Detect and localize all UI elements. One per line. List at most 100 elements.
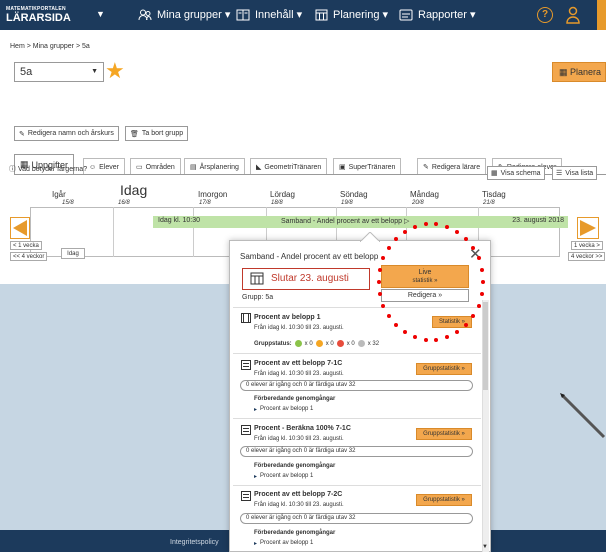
scrollbar-thumb[interactable]: [483, 302, 488, 390]
status-done-icon: [294, 340, 302, 347]
assignment-bar[interactable]: Idag kl. 10:30 Samband - Andel procent a…: [153, 216, 568, 228]
tab-label: Redigera lärare: [431, 163, 481, 171]
user-icon[interactable]: [565, 6, 581, 26]
prep-item[interactable]: ▸ Procent av belopp 1: [254, 540, 313, 547]
prep-item[interactable]: ▸ Procent av belopp 1: [254, 406, 313, 413]
item-title[interactable]: Procent av belopp 1: [254, 314, 321, 321]
nav-label: Innehåll ▾: [255, 9, 303, 21]
view-schedule-button[interactable]: ▦ Visa schema: [487, 166, 545, 180]
day-header-mandag: Måndag: [410, 190, 439, 199]
group-statistics-button[interactable]: Gruppstatistik »: [416, 428, 472, 440]
day-header-lordag: Lördag: [270, 190, 295, 199]
next-week-button[interactable]: 1 vecka >: [571, 241, 603, 250]
planera-label: Planera: [570, 67, 602, 77]
bar-title: Samband - Andel procent av ett belopp ▷: [281, 218, 410, 225]
privacy-link[interactable]: Integritetspolicy: [170, 539, 219, 546]
tab-label: Elever: [99, 163, 119, 171]
item-title[interactable]: Procent av ett belopp 7-1C: [254, 360, 342, 367]
logo-text: LÄRARSIDA: [6, 12, 71, 24]
chevron-down-icon[interactable]: ▼: [96, 9, 105, 19]
popup-title: Samband - Andel procent av ett belopp: [240, 252, 379, 261]
arrow-right-icon: [580, 220, 596, 236]
tab-elever[interactable]: ☺ Elever: [83, 158, 125, 175]
day-header-sondag: Söndag: [340, 190, 368, 199]
nav-planering[interactable]: Planering ▾: [315, 8, 388, 21]
help-icon[interactable]: ?: [537, 7, 553, 23]
day-date: 21/8: [483, 200, 495, 206]
tab-label: GeometriTränaren: [264, 163, 322, 171]
day-header-imorgon: Imorgon: [198, 190, 228, 199]
tab-arsplanering[interactable]: ▤ Årsplanering: [184, 158, 245, 175]
bar-end: 23. augusti 2018: [512, 217, 564, 224]
nav-label: Mina grupper ▾: [157, 9, 231, 21]
prep-item-label: Procent av belopp 1: [260, 406, 314, 412]
report-icon: [399, 9, 413, 20]
edit-button[interactable]: Redigera »: [381, 289, 469, 302]
favorite-star-icon[interactable]: ★: [105, 60, 125, 82]
item-subtitle: Från idag kl. 10:30 till 23. augusti.: [254, 502, 344, 508]
next-week-arrow[interactable]: [577, 217, 599, 239]
list-icon: ☰: [556, 170, 563, 177]
nav-innehall[interactable]: Innehåll ▾: [236, 8, 302, 21]
notification-badge[interactable]: [597, 0, 606, 30]
divider: [233, 485, 481, 486]
nav-mina-grupper[interactable]: Mina grupper ▾: [138, 8, 230, 21]
color-legend-link[interactable]: ⓘ Vad betyder färgerna?: [9, 164, 87, 174]
planning-icon: ▤: [190, 164, 197, 171]
group-label: Grupp: 5a: [242, 294, 274, 301]
view-list-label: Visa lista: [565, 169, 594, 177]
breadcrumb[interactable]: Hem > Mina grupper > 5a: [10, 43, 90, 50]
legend-label: Vad betyder färgerna?: [17, 166, 88, 173]
prep-heading: Förberedande genomgångar: [254, 530, 336, 536]
prev-4-weeks-button[interactable]: << 4 veckor: [10, 252, 48, 261]
delete-group-button[interactable]: 🗑 Ta bort grupp: [125, 126, 189, 141]
chevron-down-icon: ▼: [91, 68, 98, 75]
tab-supertranaren[interactable]: ▣ SuperTränaren: [333, 158, 402, 175]
status-count: x 0: [325, 340, 334, 347]
group-statistics-button[interactable]: Gruppstatistik »: [416, 494, 472, 506]
prep-item[interactable]: ▸ Procent av belopp 1: [254, 473, 313, 480]
nav-rapporter[interactable]: Rapporter ▾: [399, 8, 476, 21]
prev-week-button[interactable]: < 1 vecka: [10, 241, 42, 250]
live-sub-label: statistik »: [412, 278, 438, 284]
calendar-icon: [315, 9, 328, 20]
task-icon: [241, 425, 251, 437]
prev-week-arrow[interactable]: [10, 217, 30, 239]
book-icon: [236, 9, 250, 20]
tab-omraden[interactable]: ▭ Områden: [130, 158, 181, 175]
next-4-weeks-button[interactable]: 4 veckor >>: [568, 252, 606, 261]
site-logo[interactable]: MATEMATIKPORTALEN LÄRARSIDA: [6, 7, 71, 24]
day-name: Igår: [52, 190, 66, 199]
tab-geometritranaren[interactable]: ◣ GeometriTränaren: [250, 158, 328, 175]
progress-pill: 0 elever är igång och 0 är färdiga utav …: [240, 380, 473, 391]
item-title[interactable]: Procent av ett belopp 7-2C: [254, 491, 342, 498]
status-count: x 0: [346, 340, 355, 347]
triangle-right-icon: ▸: [254, 541, 258, 547]
view-list-button[interactable]: ☰ Visa lista: [552, 166, 598, 180]
rename-label: Redigera namn och årskurs: [27, 130, 114, 137]
live-statistics-button[interactable]: Live statistik »: [381, 265, 469, 288]
group-status-label: Gruppstatus:: [254, 340, 292, 347]
scroll-down-icon[interactable]: ▼: [482, 544, 488, 550]
top-navbar: [0, 0, 606, 30]
group-select[interactable]: 5a ▼: [14, 62, 104, 82]
status-count: x 32: [367, 340, 380, 347]
grid-divider: [193, 207, 194, 257]
triangle-right-icon: ▸: [254, 474, 258, 480]
tab-redigera-larare[interactable]: ✎ Redigera lärare: [417, 158, 487, 175]
group-statistics-button[interactable]: Gruppstatistik »: [416, 363, 472, 375]
tab-label: SuperTränaren: [348, 163, 396, 171]
item-title[interactable]: Procent - Beräkna 100% 7-1C: [254, 425, 351, 432]
progress-pill: 0 elever är igång och 0 är färdiga utav …: [240, 446, 473, 457]
rename-group-button[interactable]: ✎ Redigera namn och årskurs: [14, 126, 119, 141]
day-date: 18/8: [271, 200, 283, 206]
tab-label: Årsplanering: [199, 163, 239, 171]
pencil-icon: ✎: [423, 164, 429, 171]
calendar-icon: [250, 271, 264, 287]
today-button[interactable]: Idag: [61, 248, 85, 259]
task-icon: [241, 360, 251, 372]
close-icon[interactable]: ✕: [469, 245, 482, 263]
day-date: 20/8: [412, 200, 424, 206]
statistics-button[interactable]: Statistik »: [432, 316, 472, 328]
planera-button[interactable]: ▦ Planera: [552, 62, 606, 82]
